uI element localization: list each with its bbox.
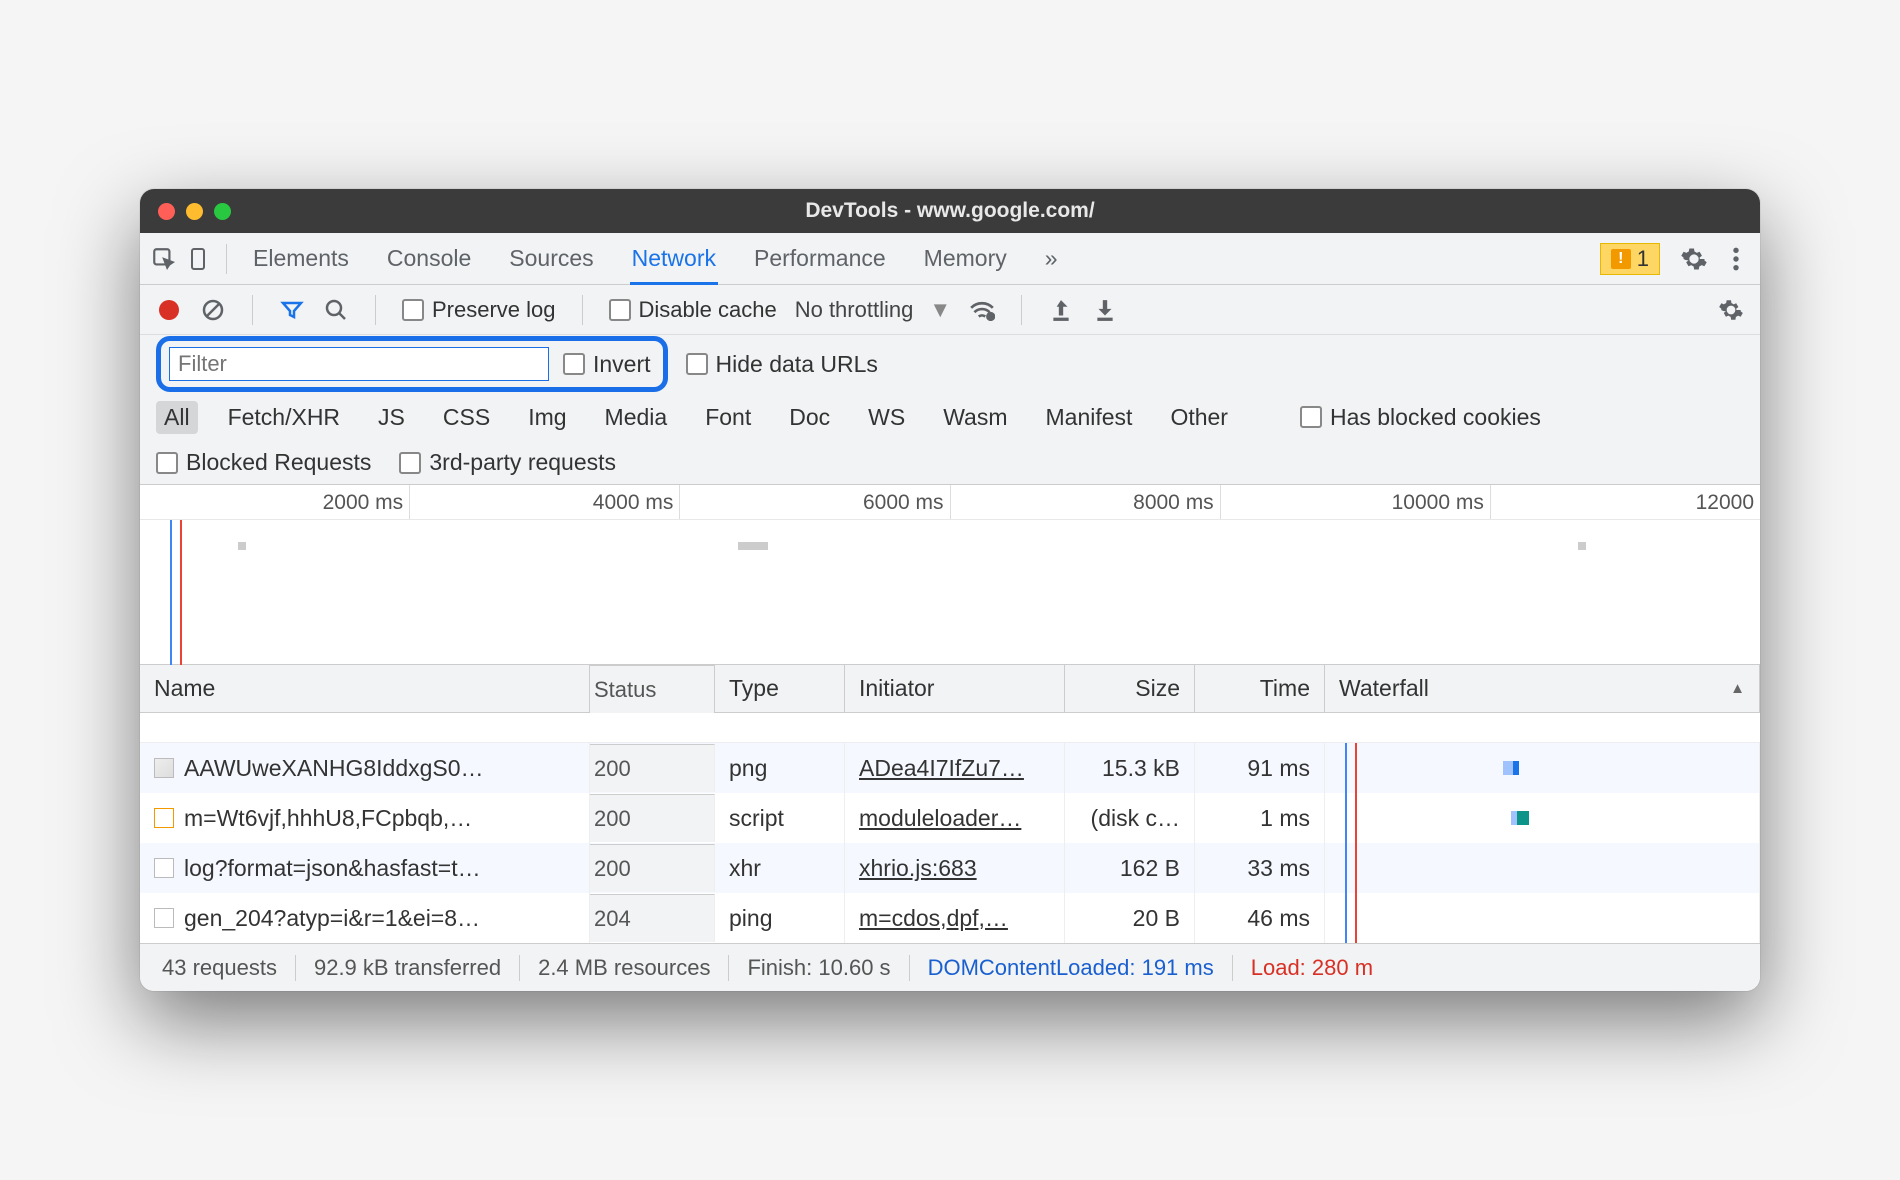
filter-row: Invert Hide data URLs (140, 335, 1760, 393)
type-filter-doc[interactable]: Doc (781, 401, 838, 434)
record-icon[interactable] (156, 297, 182, 323)
filter-highlight-box: Invert (156, 336, 668, 392)
panel-tabs-row: Elements Console Sources Network Perform… (140, 233, 1760, 285)
type-filter-row: All Fetch/XHR JS CSS Img Media Font Doc … (140, 393, 1760, 441)
status-resources: 2.4 MB resources (520, 955, 729, 981)
filter-funnel-icon[interactable] (279, 297, 305, 323)
disable-cache-checkbox[interactable]: Disable cache (609, 297, 777, 323)
type-filter-js[interactable]: JS (370, 401, 413, 434)
warning-badge[interactable]: 1 (1600, 243, 1660, 275)
status-finish: Finish: 10.60 s (729, 955, 909, 981)
download-har-icon[interactable] (1092, 297, 1118, 323)
table-row[interactable]: AAWUweXANHG8IddxgS0… 200 png ADea4I7IfZu… (140, 743, 1760, 793)
upload-har-icon[interactable] (1048, 297, 1074, 323)
inspect-icon[interactable] (150, 245, 178, 273)
filter-input[interactable] (169, 347, 549, 381)
kebab-menu-icon[interactable] (1722, 245, 1750, 273)
type-filter-css[interactable]: CSS (435, 401, 498, 434)
tab-network[interactable]: Network (630, 233, 718, 285)
status-transferred: 92.9 kB transferred (296, 955, 520, 981)
type-filter-ws[interactable]: WS (860, 401, 913, 434)
invert-checkbox[interactable]: Invert (563, 351, 651, 378)
has-blocked-cookies-checkbox[interactable]: Has blocked cookies (1300, 404, 1541, 431)
device-toggle-icon[interactable] (184, 245, 212, 273)
type-filter-img[interactable]: Img (520, 401, 574, 434)
col-name[interactable]: Name (140, 665, 590, 712)
hide-data-urls-checkbox[interactable]: Hide data URLs (686, 351, 878, 378)
tab-more[interactable]: » (1043, 233, 1060, 285)
timeline-ticks: 2000 ms 4000 ms 6000 ms 8000 ms 10000 ms… (140, 485, 1760, 519)
tab-elements[interactable]: Elements (251, 233, 351, 285)
col-status[interactable]: Status (590, 665, 715, 713)
devtools-window: DevTools - www.google.com/ Elements Cons… (140, 189, 1760, 991)
status-bar: 43 requests 92.9 kB transferred 2.4 MB r… (140, 943, 1760, 991)
table-row[interactable]: m=Wt6vjf,hhhU8,FCpbqb,… 200 script modul… (140, 793, 1760, 843)
tab-sources[interactable]: Sources (507, 233, 595, 285)
type-filter-wasm[interactable]: Wasm (935, 401, 1015, 434)
request-table-body: AAWUweXANHG8IddxgS0… 200 png ADea4I7IfZu… (140, 713, 1760, 943)
file-image-icon (154, 758, 174, 778)
table-row[interactable]: gen_204?atyp=i&r=1&ei=8… 204 ping m=cdos… (140, 893, 1760, 943)
request-table-header: Name Status Type Initiator Size Time Wat… (140, 665, 1760, 713)
network-conditions-icon[interactable] (969, 297, 995, 323)
window-title: DevTools - www.google.com/ (140, 199, 1760, 223)
tab-memory[interactable]: Memory (922, 233, 1009, 285)
panel-tabs: Elements Console Sources Network Perform… (251, 233, 1060, 285)
titlebar: DevTools - www.google.com/ (140, 189, 1760, 233)
clear-icon[interactable] (200, 297, 226, 323)
tab-console[interactable]: Console (385, 233, 473, 285)
col-waterfall[interactable]: Waterfall (1325, 665, 1760, 712)
throttling-select[interactable]: No throttling ▼ (795, 297, 951, 323)
type-filter-all[interactable]: All (156, 401, 198, 434)
extra-filter-row: Blocked Requests 3rd-party requests (140, 441, 1760, 485)
separator (226, 244, 227, 274)
timeline-overview[interactable]: 2000 ms 4000 ms 6000 ms 8000 ms 10000 ms… (140, 485, 1760, 665)
file-generic-icon (154, 908, 174, 928)
type-filter-fetchxhr[interactable]: Fetch/XHR (220, 401, 348, 434)
type-filter-font[interactable]: Font (697, 401, 759, 434)
col-size[interactable]: Size (1065, 665, 1195, 712)
col-time[interactable]: Time (1195, 665, 1325, 712)
third-party-checkbox[interactable]: 3rd-party requests (399, 449, 616, 476)
status-requests: 43 requests (144, 955, 296, 981)
file-generic-icon (154, 858, 174, 878)
chevron-down-icon: ▼ (929, 297, 951, 323)
status-domcontentloaded: DOMContentLoaded: 191 ms (910, 955, 1233, 981)
col-initiator[interactable]: Initiator (845, 665, 1065, 712)
network-toolbar: Preserve log Disable cache No throttling… (140, 285, 1760, 335)
table-row[interactable]: log?format=json&hasfast=t… 200 xhr xhrio… (140, 843, 1760, 893)
preserve-log-checkbox[interactable]: Preserve log (402, 297, 556, 323)
settings-gear-icon[interactable] (1680, 245, 1708, 273)
search-icon[interactable] (323, 297, 349, 323)
col-type[interactable]: Type (715, 665, 845, 712)
overview-graph (140, 519, 1760, 665)
network-settings-gear-icon[interactable] (1718, 297, 1744, 323)
type-filter-other[interactable]: Other (1162, 401, 1236, 434)
blocked-requests-checkbox[interactable]: Blocked Requests (156, 449, 371, 476)
file-script-icon (154, 808, 174, 828)
type-filter-manifest[interactable]: Manifest (1038, 401, 1141, 434)
type-filter-media[interactable]: Media (597, 401, 676, 434)
tab-performance[interactable]: Performance (752, 233, 888, 285)
status-load: Load: 280 m (1233, 955, 1391, 981)
